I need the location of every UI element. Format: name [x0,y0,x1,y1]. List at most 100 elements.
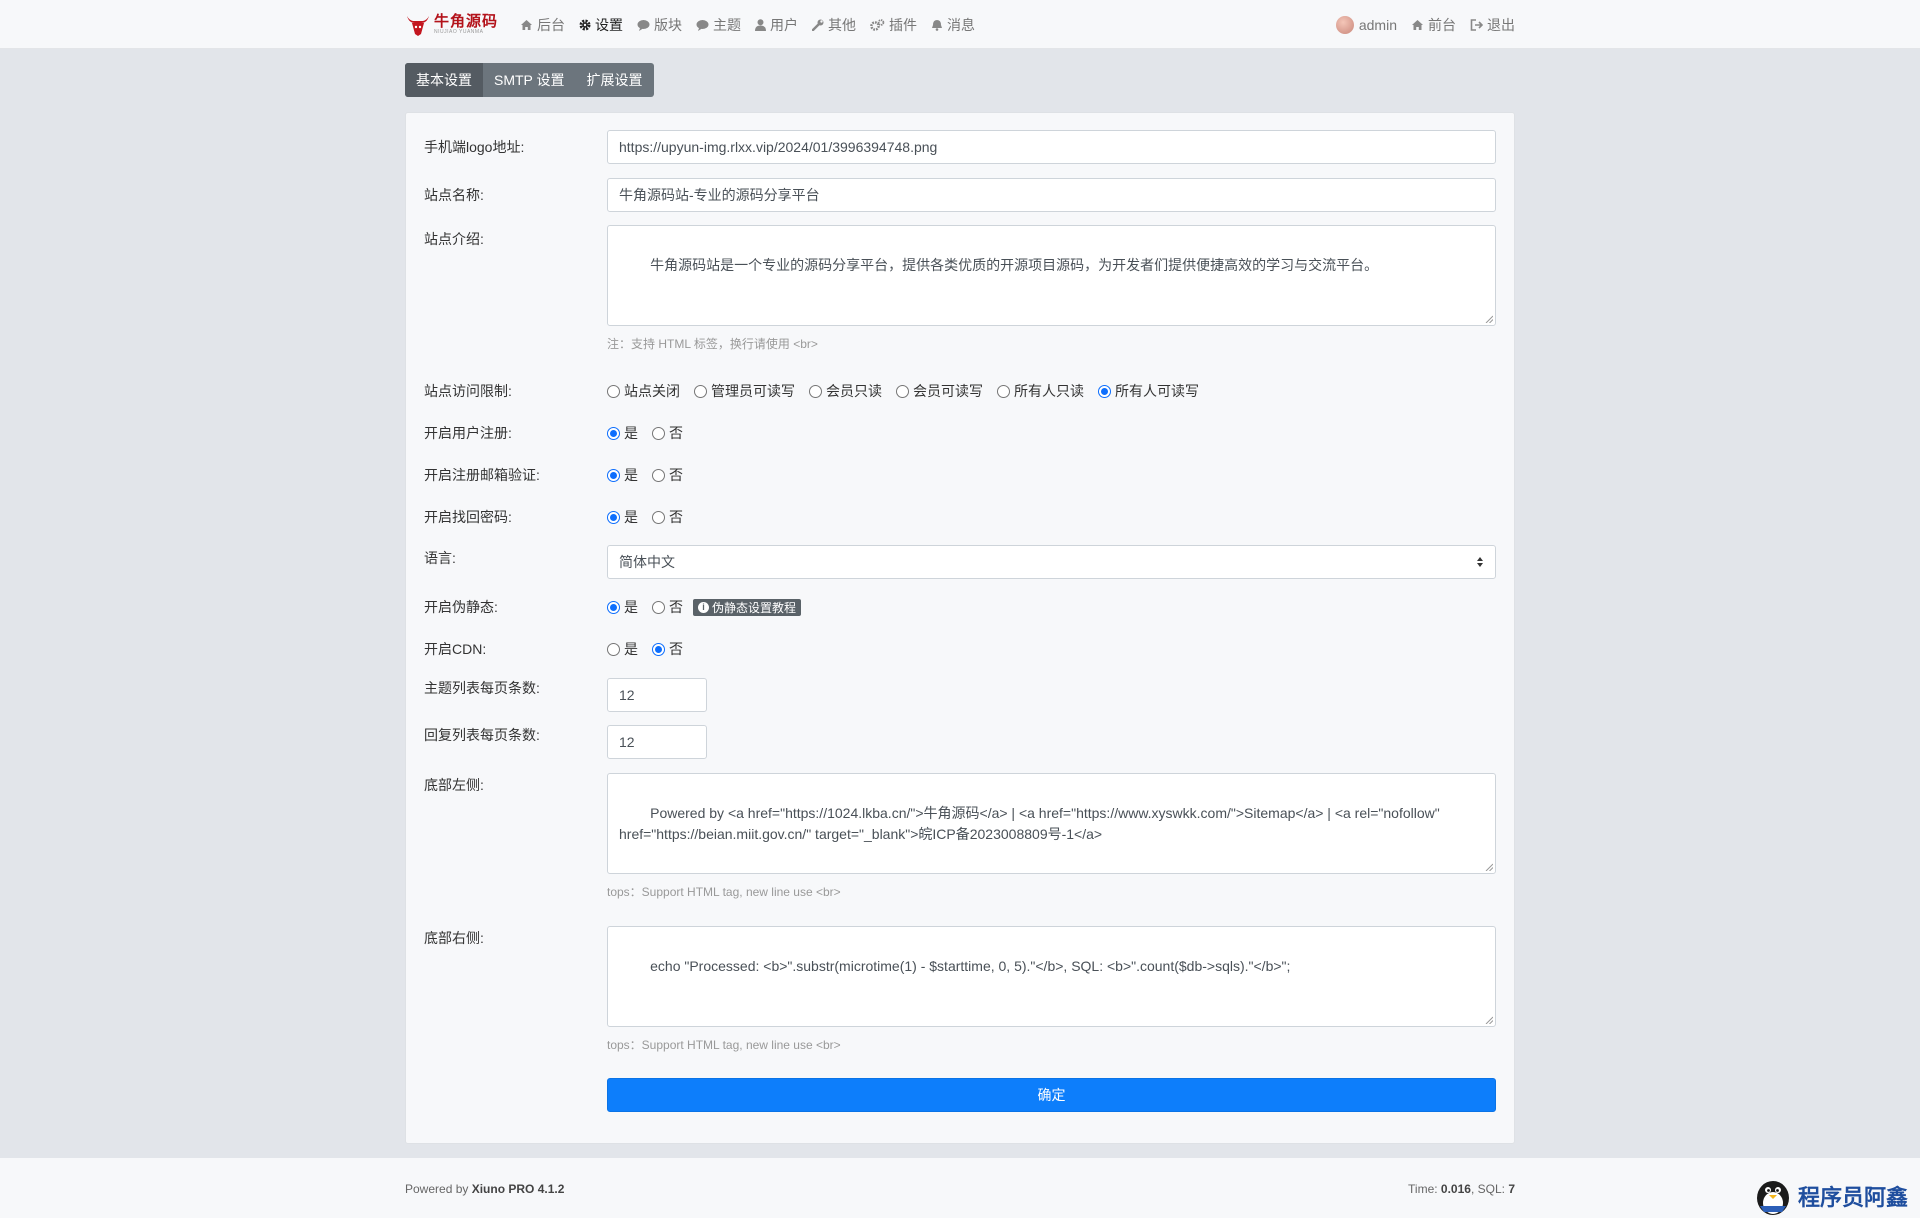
time-value: 0.016 [1440,1182,1471,1196]
radio-button[interactable] [997,384,1010,398]
url-rewrite-radio-group: 是 否 i 伪静态设置教程 [607,597,802,617]
watermark: 程序员阿鑫 [1752,1176,1908,1216]
powered-prefix: Powered by [405,1182,472,1196]
email-verify-yes[interactable]: 是 [607,465,638,485]
email-verify-no[interactable]: 否 [652,465,683,485]
find-password-label: 开启找回密码: [424,509,512,525]
access-option-all-rw[interactable]: 所有人可读写 [1098,381,1199,401]
radio-button[interactable] [607,384,620,398]
footer-left-textarea[interactable]: Powered by <a href="https://1024.lkba.cn… [607,773,1496,874]
powered-name[interactable]: Xiuno PRO 4.1.2 [472,1182,565,1196]
mobile-logo-input[interactable]: https://upyun-img.rlxx.vip/2024/01/39963… [607,130,1496,164]
cdn-yes[interactable]: 是 [607,639,638,659]
radio-label: 是 [624,599,638,615]
site-logo[interactable]: 牛角源码 NIUJIAO YUANMA [405,14,498,36]
sign-out-icon [1470,18,1483,31]
radio-label: 否 [669,467,683,483]
site-intro-textarea[interactable]: 牛角源码站是一个专业的源码分享平台，提供各类优质的开源项目源码，为开发者们提供便… [607,225,1496,326]
nav-item-label: 版块 [654,16,683,33]
site-intro-text: 牛角源码站是一个专业的源码分享平台，提供各类优质的开源项目源码，为开发者们提供便… [650,257,1379,273]
user-menu[interactable]: admin [1335,15,1397,34]
nav-item-messages[interactable]: 消息 [931,15,975,35]
submit-button[interactable]: 确定 [607,1078,1496,1112]
access-option-all-read[interactable]: 所有人只读 [997,381,1084,401]
url-rewrite-no[interactable]: 否 [652,597,683,617]
radio-button[interactable] [607,600,620,614]
nav-item-threads[interactable]: 主题 [696,15,741,35]
footer-left-text: Powered by <a href="https://1024.lkba.cn… [619,805,1444,842]
footer-powered-by: Powered by Xiuno PRO 4.1.2 [405,1182,564,1196]
tab-basic-settings[interactable]: 基本设置 [405,63,483,97]
radio-label: 是 [624,641,638,657]
url-rewrite-tutorial-link[interactable]: i 伪静态设置教程 [693,598,802,616]
frontend-link[interactable]: 前台 [1411,15,1456,35]
user-register-no[interactable]: 否 [652,423,683,443]
find-password-yes[interactable]: 是 [607,507,638,527]
nav-item-users[interactable]: 用户 [755,15,798,35]
nav-item-label: 设置 [595,16,624,33]
resize-handle-icon[interactable] [1485,1016,1493,1024]
radio-button[interactable] [652,642,665,656]
access-option-closed[interactable]: 站点关闭 [607,381,680,401]
radio-button[interactable] [1098,384,1111,398]
footer-right-text: echo "Processed: <b>".substr(microtime(1… [650,958,1291,974]
access-option-admin-rw[interactable]: 管理员可读写 [694,381,795,401]
find-password-no[interactable]: 否 [652,507,683,527]
nav-item-forums[interactable]: 版块 [637,15,682,35]
nav-item-label: 插件 [889,16,918,33]
radio-label: 否 [669,425,683,441]
footer-right-textarea[interactable]: echo "Processed: <b>".substr(microtime(1… [607,926,1496,1027]
radio-button[interactable] [896,384,909,398]
language-select[interactable]: 简体中文 [607,545,1496,579]
radio-button[interactable] [607,468,620,482]
radio-button[interactable] [694,384,707,398]
radio-button[interactable] [607,642,620,656]
find-password-radio-group: 是 否 [607,507,697,527]
tab-smtp-settings[interactable]: SMTP 设置 [483,63,576,97]
footer-left-help: tops：Support HTML tag, new line use <br> [607,885,841,899]
url-rewrite-label: 开启伪静态: [424,599,498,615]
url-rewrite-yes[interactable]: 是 [607,597,638,617]
footer-left-label: 底部左侧: [424,777,484,793]
site-name-input[interactable]: 牛角源码站-专业的源码分享平台 [607,178,1496,212]
radio-button[interactable] [652,426,665,440]
user-register-label: 开启用户注册: [424,425,512,441]
nav-item-settings[interactable]: 设置 [579,15,623,35]
nav-item-label: 主题 [713,16,742,33]
user-register-yes[interactable]: 是 [607,423,638,443]
resize-handle-icon[interactable] [1485,315,1493,323]
penguin-icon [1756,1181,1789,1215]
logout-link[interactable]: 退出 [1470,15,1515,35]
tab-extended-settings[interactable]: 扩展设置 [576,63,654,97]
resize-handle-icon[interactable] [1485,863,1493,871]
radio-button[interactable] [809,384,822,398]
access-option-member-read[interactable]: 会员只读 [809,381,882,401]
access-option-member-rw[interactable]: 会员可读写 [896,381,983,401]
radio-label: 所有人只读 [1014,383,1084,399]
nav-item-label: 用户 [770,16,799,33]
nav-item-plugins[interactable]: 插件 [870,15,917,35]
language-label: 语言: [424,550,456,566]
nav-item-admin[interactable]: 后台 [520,15,565,35]
cdn-no[interactable]: 否 [652,639,683,659]
time-prefix: Time: [1408,1182,1441,1196]
wrench-icon [812,19,824,31]
site-name-label: 站点名称: [424,187,484,203]
post-pagesize-input[interactable]: 12 [607,725,707,759]
radio-button[interactable] [652,510,665,524]
radio-button[interactable] [607,426,620,440]
radio-button[interactable] [652,600,665,614]
radio-label: 管理员可读写 [711,383,795,399]
sql-prefix: , SQL: [1470,1182,1509,1196]
radio-label: 是 [624,467,638,483]
radio-label: 会员可读写 [913,383,983,399]
info-icon: i [698,601,709,613]
radio-label: 是 [624,425,638,441]
thread-pagesize-input[interactable]: 12 [607,678,707,712]
radio-label: 站点关闭 [624,383,680,399]
radio-button[interactable] [652,468,665,482]
cdn-radio-group: 是 否 [607,639,697,659]
sql-value: 7 [1508,1182,1515,1196]
radio-button[interactable] [607,510,620,524]
nav-item-other[interactable]: 其他 [812,15,856,35]
